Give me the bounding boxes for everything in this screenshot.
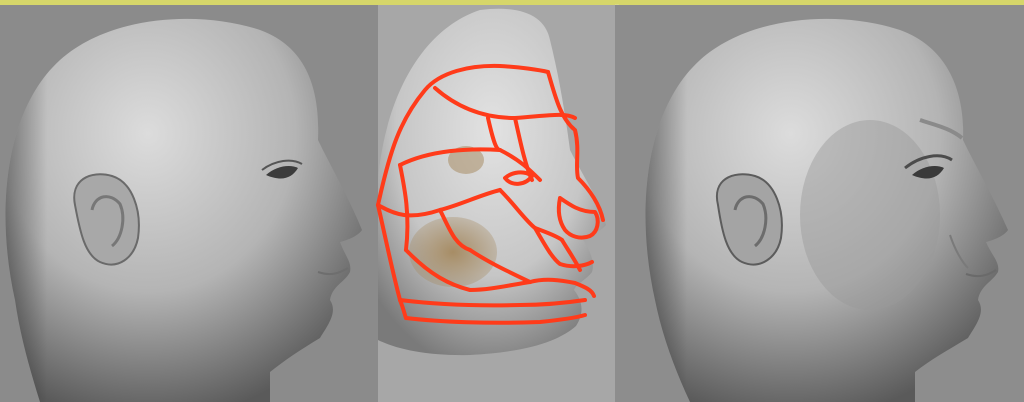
- viewport-canvas[interactable]: [0, 5, 1024, 402]
- head-left-icon: [5, 18, 363, 402]
- modeling-app: live: [0, 0, 1024, 402]
